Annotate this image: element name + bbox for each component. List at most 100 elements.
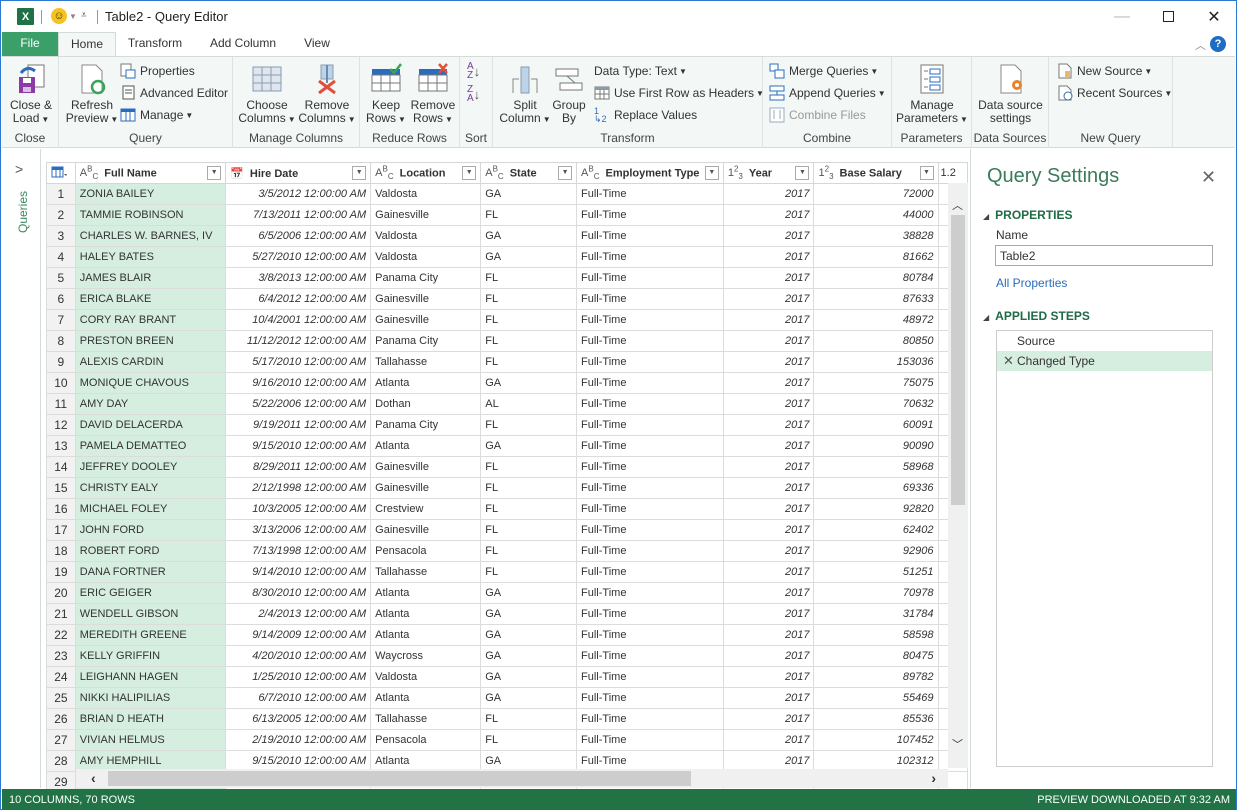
cell-employment-type[interactable]: Full-Time xyxy=(576,267,724,289)
cell-location[interactable]: Gainesville xyxy=(370,288,482,310)
cell-location[interactable]: Valdosta xyxy=(370,183,482,205)
cell-employment-type[interactable]: Full-Time xyxy=(576,687,724,709)
applied-step-changed-type[interactable]: ✕ Changed Type xyxy=(997,351,1212,371)
cell-full-name[interactable]: CHRISTY EALY xyxy=(74,477,227,499)
cell-base-salary[interactable]: 107452 xyxy=(813,729,939,751)
customize-qat-icon[interactable]: ⩡ xyxy=(81,10,87,21)
cell-hire-date[interactable]: 3/8/2013 12:00:00 AM xyxy=(225,267,372,289)
cell-location[interactable]: Gainesville xyxy=(370,456,482,478)
cell-year[interactable]: 2017 xyxy=(722,456,815,478)
row-number[interactable]: 27 xyxy=(46,729,76,751)
row-number[interactable]: 5 xyxy=(46,267,76,289)
filter-dropdown-icon[interactable]: ▼ xyxy=(462,166,477,180)
cell-year[interactable]: 2017 xyxy=(722,225,815,247)
cell-location[interactable]: Panama City xyxy=(370,414,482,436)
cell-year[interactable]: 2017 xyxy=(722,330,815,352)
cell-base-salary[interactable]: 31784 xyxy=(813,603,939,625)
recent-sources-button[interactable]: Recent Sources ▼ xyxy=(1057,83,1172,103)
properties-button[interactable]: Properties xyxy=(120,61,195,81)
cell-hire-date[interactable]: 6/4/2012 12:00:00 AM xyxy=(225,288,372,310)
cell-base-salary[interactable]: 92906 xyxy=(813,540,939,562)
cell-employment-type[interactable]: Full-Time xyxy=(576,603,724,625)
queries-pane-label[interactable]: Queries xyxy=(16,191,30,233)
scroll-right-icon[interactable]: › xyxy=(931,770,936,786)
cell-base-salary[interactable]: 80784 xyxy=(813,267,939,289)
cell-full-name[interactable]: DANA FORTNER xyxy=(74,561,227,583)
cell-state[interactable]: GA xyxy=(480,687,578,709)
advanced-editor-button[interactable]: Advanced Editor xyxy=(120,83,228,103)
cell-location[interactable]: Dothan xyxy=(370,393,482,415)
horizontal-scrollbar[interactable]: ‹ › xyxy=(76,769,948,788)
cell-full-name[interactable]: ERIC GEIGER xyxy=(74,582,227,604)
cell-base-salary[interactable]: 60091 xyxy=(813,414,939,436)
cell-base-salary[interactable]: 48972 xyxy=(813,309,939,331)
cell-full-name[interactable]: ALEXIS CARDIN xyxy=(74,351,227,373)
cell-year[interactable]: 2017 xyxy=(722,288,815,310)
cell-location[interactable]: Gainesville xyxy=(370,477,482,499)
keep-rows-button[interactable]: Keep Rows ▼ xyxy=(364,63,408,126)
cell-location[interactable]: Gainesville xyxy=(370,309,482,331)
cell-employment-type[interactable]: Full-Time xyxy=(576,729,724,751)
cell-location[interactable]: Tallahasse xyxy=(370,708,482,730)
scroll-up-icon[interactable]: ︿ xyxy=(952,197,963,213)
cell-employment-type[interactable]: Full-Time xyxy=(576,540,724,562)
cell-state[interactable]: FL xyxy=(480,477,578,499)
cell-full-name[interactable]: ROBERT FORD xyxy=(74,540,227,562)
row-number[interactable]: 22 xyxy=(46,624,76,646)
query-name-input[interactable] xyxy=(995,245,1213,266)
cell-state[interactable]: GA xyxy=(480,246,578,268)
row-number[interactable]: 18 xyxy=(46,540,76,562)
cell-full-name[interactable]: ERICA BLAKE xyxy=(74,288,227,310)
cell-state[interactable]: GA xyxy=(480,435,578,457)
data-source-settings-button[interactable]: Data source settings xyxy=(974,63,1047,125)
whole-number-type-icon[interactable]: 123 xyxy=(818,165,833,182)
cell-base-salary[interactable]: 81662 xyxy=(813,246,939,268)
column-header-employment-type[interactable]: ABC Employment Type ▼ xyxy=(576,162,724,184)
close-load-button[interactable]: Close & Load ▼ xyxy=(6,63,56,126)
delete-step-icon[interactable]: ✕ xyxy=(1003,351,1014,371)
cell-year[interactable]: 2017 xyxy=(722,519,815,541)
row-number[interactable]: 12 xyxy=(46,414,76,436)
row-number[interactable]: 29 xyxy=(46,771,76,789)
tab-view[interactable]: View xyxy=(297,32,337,56)
row-number[interactable]: 23 xyxy=(46,645,76,667)
cell-location[interactable]: Panama City xyxy=(370,267,482,289)
append-queries-button[interactable]: Append Queries ▼ xyxy=(769,83,886,103)
group-by-button[interactable]: Group By xyxy=(549,63,589,125)
cell-full-name[interactable]: JOHN FORD xyxy=(74,519,227,541)
cell-employment-type[interactable]: Full-Time xyxy=(576,246,724,268)
filter-dropdown-icon[interactable]: ▼ xyxy=(795,166,810,180)
row-number[interactable]: 8 xyxy=(46,330,76,352)
text-type-icon[interactable]: ABC xyxy=(485,165,503,182)
cell-base-salary[interactable]: 55469 xyxy=(813,687,939,709)
cell-location[interactable]: Tallahasse xyxy=(370,351,482,373)
cell-state[interactable]: GA xyxy=(480,666,578,688)
new-source-button[interactable]: New Source ▼ xyxy=(1057,61,1152,81)
cell-employment-type[interactable]: Full-Time xyxy=(576,309,724,331)
tab-add-column[interactable]: Add Column xyxy=(201,32,285,56)
cell-employment-type[interactable]: Full-Time xyxy=(576,624,724,646)
cell-employment-type[interactable]: Full-Time xyxy=(576,645,724,667)
cell-hire-date[interactable]: 6/7/2010 12:00:00 AM xyxy=(225,687,372,709)
cell-year[interactable]: 2017 xyxy=(722,204,815,226)
scroll-left-icon[interactable]: ‹ xyxy=(91,770,96,786)
cell-employment-type[interactable]: Full-Time xyxy=(576,477,724,499)
cell-employment-type[interactable]: Full-Time xyxy=(576,183,724,205)
cell-base-salary[interactable]: 92820 xyxy=(813,498,939,520)
column-header-state[interactable]: ABC State ▼ xyxy=(480,162,578,184)
filter-dropdown-icon[interactable]: ▼ xyxy=(207,166,222,180)
cell-full-name[interactable]: HALEY BATES xyxy=(74,246,227,268)
cell-hire-date[interactable]: 9/16/2010 12:00:00 AM xyxy=(225,372,372,394)
cell-hire-date[interactable]: 9/14/2010 12:00:00 AM xyxy=(225,561,372,583)
cell-state[interactable]: FL xyxy=(480,540,578,562)
collapse-ribbon-icon[interactable]: ︿ xyxy=(1195,37,1206,53)
cell-state[interactable]: FL xyxy=(480,456,578,478)
cell-employment-type[interactable]: Full-Time xyxy=(576,519,724,541)
cell-year[interactable]: 2017 xyxy=(722,624,815,646)
row-number[interactable]: 17 xyxy=(46,519,76,541)
cell-location[interactable]: Atlanta xyxy=(370,603,482,625)
cell-base-salary[interactable]: 153036 xyxy=(813,351,939,373)
cell-base-salary[interactable]: 58598 xyxy=(813,624,939,646)
cell-hire-date[interactable]: 8/29/2011 12:00:00 AM xyxy=(225,456,372,478)
expand-queries-chevron-icon[interactable]: > xyxy=(15,161,23,177)
